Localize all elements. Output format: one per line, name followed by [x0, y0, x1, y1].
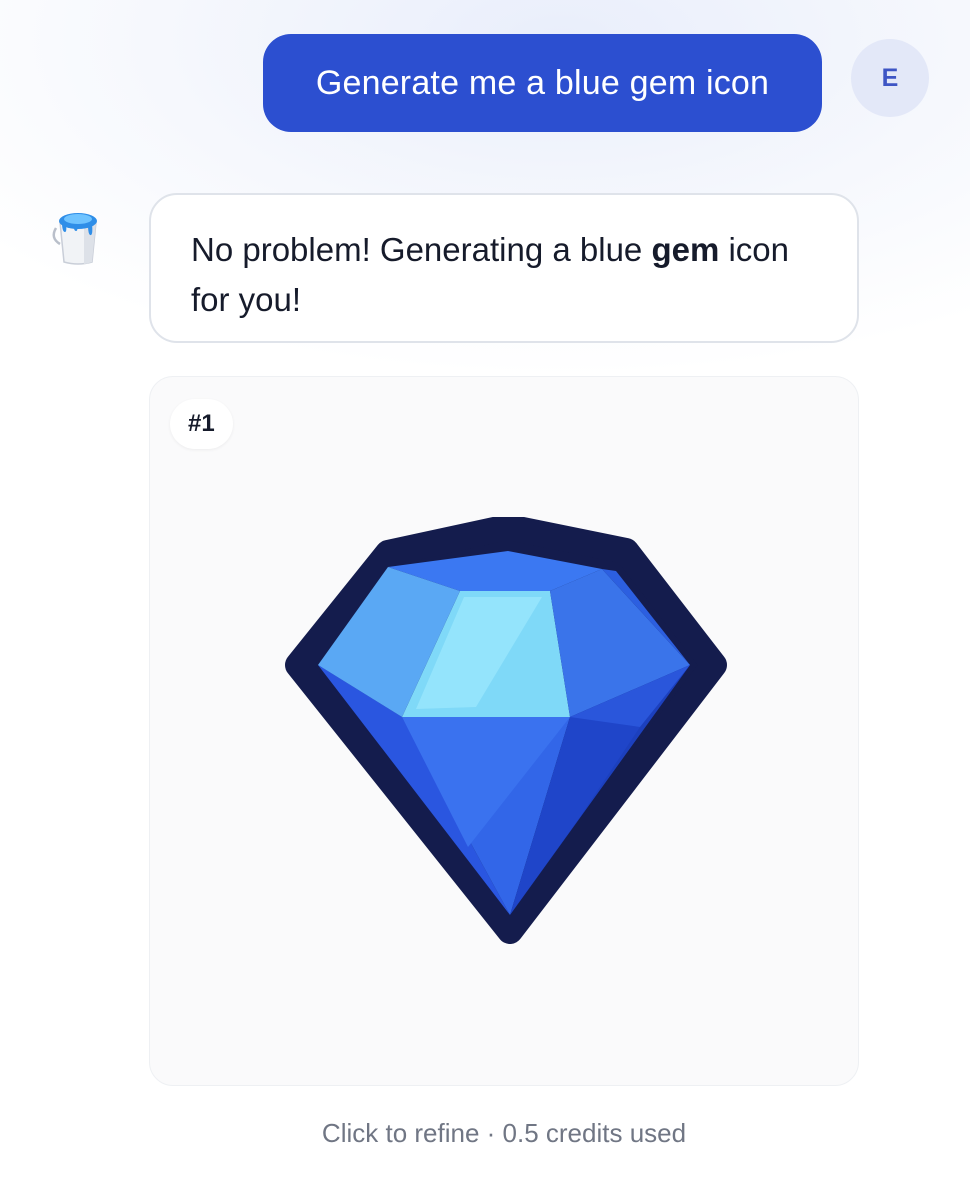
user-avatar[interactable]: E [851, 39, 929, 117]
blue-gem-icon[interactable] [280, 514, 730, 947]
result-number: #1 [188, 410, 215, 437]
result-number-badge: #1 [170, 399, 233, 449]
assistant-message-bold: gem [651, 231, 720, 268]
assistant-message-text-1: No problem! Generating a blue [191, 231, 652, 268]
avatar-initial: E [881, 63, 899, 92]
refine-credits-text: Click to refine · 0.5 credits used [321, 1118, 687, 1148]
user-message-text: Generate me a blue gem icon [315, 63, 770, 102]
paint-bucket-icon [48, 204, 108, 268]
user-message-bubble: Generate me a blue gem icon [263, 34, 822, 132]
generated-image-card[interactable]: #1 [149, 376, 859, 1086]
assistant-message-bubble: No problem! Generating a blue gem icon f… [149, 193, 859, 343]
refine-credits-note: Click to refine · 0.5 credits used [149, 1118, 859, 1149]
